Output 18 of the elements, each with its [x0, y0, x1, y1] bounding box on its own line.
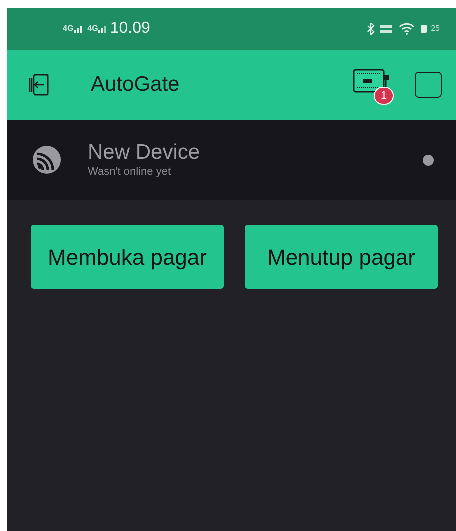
device-name: New Device: [88, 140, 200, 166]
signal-icon: [98, 25, 108, 33]
wifi-icon: [399, 23, 416, 35]
signal-icon: [74, 25, 84, 33]
network-label: 4G: [88, 25, 98, 33]
square-button[interactable]: [415, 72, 442, 98]
bluetooth-icon: [367, 23, 376, 35]
wifi-chip-icon: [32, 145, 62, 175]
battery-icon: [421, 25, 428, 33]
network-label: 4G: [63, 25, 74, 33]
action-button[interactable]: Membuka pagar: [31, 225, 224, 289]
app-title: AutoGate: [91, 72, 180, 98]
device-status: Wasn't online yet: [88, 166, 172, 180]
device-panel[interactable]: New Device Wasn't online yet: [7, 120, 456, 200]
clock-time: 10.09: [110, 19, 150, 39]
battery-level: 25: [431, 23, 440, 35]
notification-badge: 1: [374, 87, 394, 105]
action-button[interactable]: Menutup pagar: [245, 225, 438, 289]
